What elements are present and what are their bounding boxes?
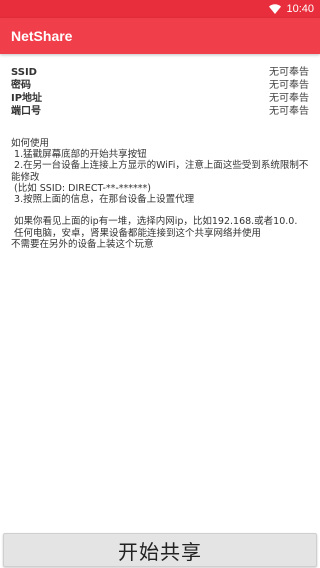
ssid-label: SSID [11, 67, 37, 78]
info-row-ip: IP地址 无可奉告 [11, 92, 309, 105]
info-row-password: 密码 无可奉告 [11, 79, 309, 92]
wifi-icon [269, 4, 282, 14]
info-row-ssid: SSID 无可奉告 [11, 66, 309, 79]
network-info-table: SSID 无可奉告 密码 无可奉告 IP地址 无可奉告 端口号 无可奉告 [11, 66, 309, 118]
port-value: 无可奉告 [269, 106, 309, 117]
ssid-value: 无可奉告 [269, 67, 309, 78]
ip-value: 无可奉告 [269, 93, 309, 104]
password-label: 密码 [11, 80, 31, 91]
app-title: NetShare [11, 28, 73, 44]
port-label: 端口号 [11, 106, 41, 117]
password-value: 无可奉告 [269, 80, 309, 91]
info-row-port: 端口号 无可奉告 [11, 105, 309, 118]
status-icons: 10:40 [269, 2, 314, 16]
start-sharing-label: 开始共享 [118, 539, 202, 564]
status-bar: 10:40 [0, 0, 320, 18]
ip-label: IP地址 [11, 93, 43, 104]
status-time: 10:40 [286, 3, 314, 15]
app-bar: NetShare [0, 18, 320, 54]
usage-instructions: 如何使用 1.猛戳屏幕底部的开始共享按钮 2.在另一台设备上连接上方显示的WiF… [11, 138, 309, 250]
start-sharing-button[interactable]: 开始共享 [3, 533, 317, 567]
